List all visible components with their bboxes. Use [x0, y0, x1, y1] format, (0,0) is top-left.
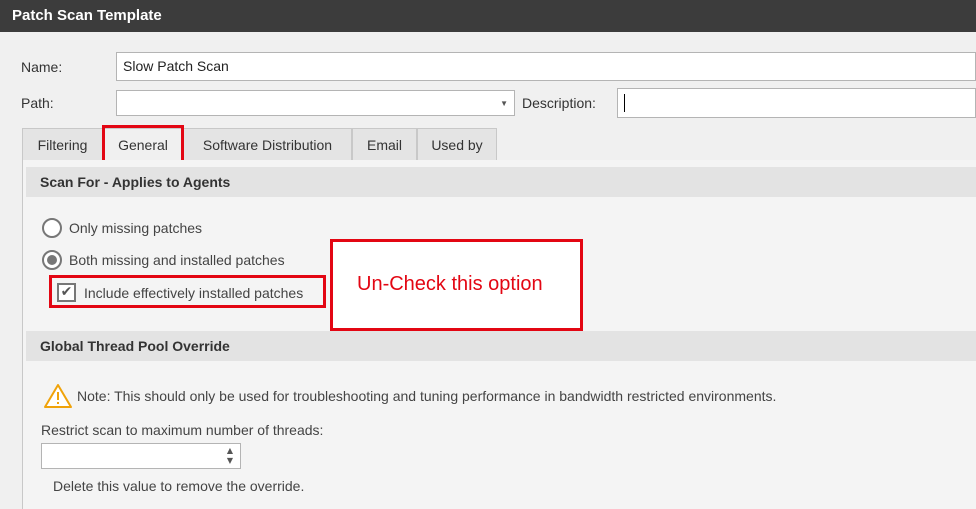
- tab-software-distribution[interactable]: Software Distribution: [183, 128, 352, 161]
- both-missing-installed-radio[interactable]: [42, 250, 62, 270]
- only-missing-radio[interactable]: [42, 218, 62, 238]
- stepper-down-icon[interactable]: ▼: [224, 456, 236, 466]
- tab-used-by[interactable]: Used by: [417, 128, 497, 161]
- scan-for-header: Scan For - Applies to Agents: [26, 167, 976, 197]
- path-label: Path:: [21, 95, 54, 111]
- name-input[interactable]: Slow Patch Scan: [116, 52, 976, 81]
- warning-note: Note: This should only be used for troub…: [77, 388, 777, 404]
- tab-email[interactable]: Email: [352, 128, 417, 161]
- annotation-text: Un-Check this option: [357, 273, 543, 295]
- description-label: Description:: [522, 95, 596, 111]
- text-cursor-icon: [624, 94, 625, 112]
- patch-scan-template-window: Patch Scan Template Name: Slow Patch Sca…: [0, 0, 976, 509]
- checkbox-highlight: [49, 275, 326, 308]
- threads-stepper[interactable]: ▲ ▼: [41, 443, 241, 469]
- window-title: Patch Scan Template: [0, 0, 976, 32]
- name-label: Name:: [21, 59, 63, 75]
- restrict-threads-label: Restrict scan to maximum number of threa…: [41, 422, 324, 438]
- warning-icon: [44, 384, 72, 408]
- stepper-up-icon[interactable]: ▲: [224, 446, 236, 456]
- both-missing-installed-label: Both missing and installed patches: [69, 252, 285, 268]
- general-tab-highlight: [102, 125, 184, 165]
- thread-pool-header: Global Thread Pool Override: [26, 331, 976, 361]
- annotation-callout: Un-Check this option: [330, 239, 583, 331]
- tab-filtering[interactable]: Filtering: [22, 128, 103, 161]
- description-input[interactable]: [617, 88, 976, 118]
- chevron-down-icon: ▼: [500, 99, 508, 108]
- override-hint: Delete this value to remove the override…: [53, 478, 305, 494]
- name-input-value: Slow Patch Scan: [123, 58, 229, 74]
- path-dropdown[interactable]: ▼: [116, 90, 515, 116]
- only-missing-label: Only missing patches: [69, 220, 203, 236]
